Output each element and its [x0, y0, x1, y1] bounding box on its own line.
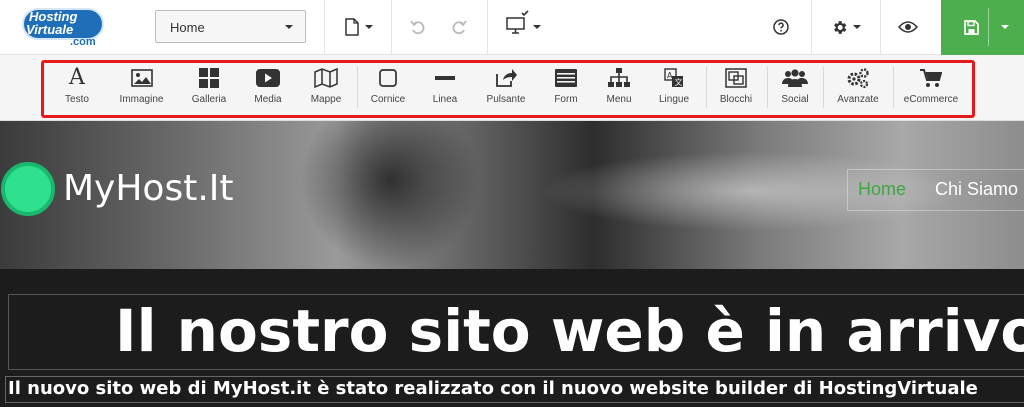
divider: [324, 0, 325, 55]
tool-label: Immagine: [119, 94, 164, 105]
file-icon: [344, 18, 359, 36]
device-view-button[interactable]: [503, 8, 543, 38]
hero-photo-shadow: [300, 121, 480, 269]
share-button-icon: [496, 69, 517, 87]
svg-text:A: A: [667, 71, 673, 80]
settings-button[interactable]: [828, 16, 864, 38]
divider: [811, 0, 812, 55]
brand-logo-circle: [1, 162, 55, 216]
tool-galleria[interactable]: Galleria: [188, 66, 230, 112]
tool-label: Menu: [606, 94, 632, 105]
tool-form[interactable]: Form: [548, 66, 584, 112]
tool-label: Pulsante: [486, 94, 526, 105]
text-icon: A: [69, 65, 85, 90]
image-icon: [130, 69, 153, 87]
save-button[interactable]: [960, 17, 982, 37]
divider: [988, 8, 989, 46]
tool-immagine[interactable]: Immagine: [114, 66, 169, 112]
preview-button[interactable]: [896, 16, 920, 38]
tool-label: Blocchi: [719, 94, 753, 105]
form-icon: [555, 69, 577, 87]
language-icon: A文: [664, 68, 683, 87]
chevron-down-icon: [1001, 25, 1009, 29]
gallery-icon: [199, 68, 219, 88]
tool-media[interactable]: Media: [248, 66, 288, 112]
chevron-down-icon: [364, 25, 373, 29]
tool-label: Galleria: [191, 94, 227, 105]
frame-icon: [379, 69, 397, 87]
tool-mappe[interactable]: Mappe: [306, 66, 346, 112]
toolbar-divider: [767, 66, 768, 108]
page-select[interactable]: Home: [155, 10, 306, 43]
tool-cornice[interactable]: Cornice: [368, 66, 408, 112]
sitemap-icon: [608, 68, 630, 87]
toolbar-divider: [357, 66, 358, 108]
brand-name[interactable]: MyHost.It: [63, 169, 234, 209]
tool-label: Social: [781, 94, 809, 105]
tool-label: Media: [254, 94, 282, 105]
tool-label: Form: [554, 94, 578, 105]
tool-label: Avanzate: [837, 94, 879, 105]
chevron-down-icon: [533, 25, 541, 29]
tool-label: Linea: [432, 94, 458, 105]
nav-item-chi-siamo[interactable]: Chi Siamo: [935, 179, 1018, 200]
nav-item-home[interactable]: Home: [858, 179, 906, 200]
save-icon: [963, 19, 979, 35]
tool-pulsante[interactable]: Pulsante: [482, 66, 530, 112]
undo-icon: [410, 20, 425, 35]
tool-blocchi[interactable]: Blocchi: [715, 66, 757, 112]
tool-social[interactable]: Social: [777, 66, 813, 112]
hostingvirtuale-logo[interactable]: Hosting Virtuale .com: [22, 6, 108, 50]
chevron-down-icon: [285, 25, 293, 29]
toolbar-divider: [893, 66, 894, 108]
editor-top-bar: Hosting Virtuale .com Home: [0, 0, 1024, 55]
tool-ecommerce[interactable]: eCommerce: [902, 66, 960, 112]
eye-icon: [898, 21, 918, 33]
tool-label: Testo: [65, 94, 89, 105]
map-icon: [314, 68, 338, 88]
page-subline[interactable]: Il nuovo sito web di MyHost.it è stato r…: [8, 377, 978, 401]
tool-label: eCommerce: [903, 94, 959, 105]
save-options-button[interactable]: [993, 17, 1017, 37]
tool-label: Cornice: [370, 94, 406, 105]
tool-avanzate[interactable]: Avanzate: [834, 66, 882, 112]
line-icon: [435, 76, 455, 80]
video-icon: [256, 69, 280, 87]
tool-linea[interactable]: Linea: [427, 66, 463, 112]
tool-menu[interactable]: Menu: [601, 66, 637, 112]
desktop-icon: [506, 10, 529, 34]
tool-lingue[interactable]: A文 Lingue: [656, 66, 692, 112]
toolbar-divider: [823, 66, 824, 108]
tool-label: Mappe: [310, 94, 342, 105]
cogs-icon: [847, 68, 869, 88]
page-headline[interactable]: Il nostro sito web è in arrivo: [115, 295, 1024, 367]
help-icon: [773, 19, 789, 35]
save-area: [941, 0, 1024, 55]
divider: [487, 0, 488, 55]
svg-text:文: 文: [675, 77, 683, 87]
page-menu-button[interactable]: [340, 16, 376, 38]
redo-icon: [452, 20, 467, 35]
cart-icon: [920, 69, 942, 87]
blocks-icon: [725, 68, 747, 88]
undo-button[interactable]: [406, 16, 430, 38]
users-icon: [782, 69, 808, 87]
redo-button[interactable]: [447, 16, 471, 38]
tool-testo[interactable]: A Testo: [58, 66, 96, 112]
page-select-value: Home: [170, 20, 205, 35]
logo-text-line2: Virtuale: [26, 22, 74, 37]
logo-text-line3: .com: [70, 36, 96, 48]
gear-icon: [834, 20, 847, 34]
divider: [391, 0, 392, 55]
divider: [880, 0, 881, 55]
tool-label: Lingue: [658, 94, 690, 105]
site-header-hero[interactable]: MyHost.It Home Chi Siamo: [0, 121, 1024, 269]
help-button[interactable]: [770, 16, 792, 38]
toolbar-divider: [706, 66, 707, 108]
chevron-down-icon: [853, 25, 861, 29]
